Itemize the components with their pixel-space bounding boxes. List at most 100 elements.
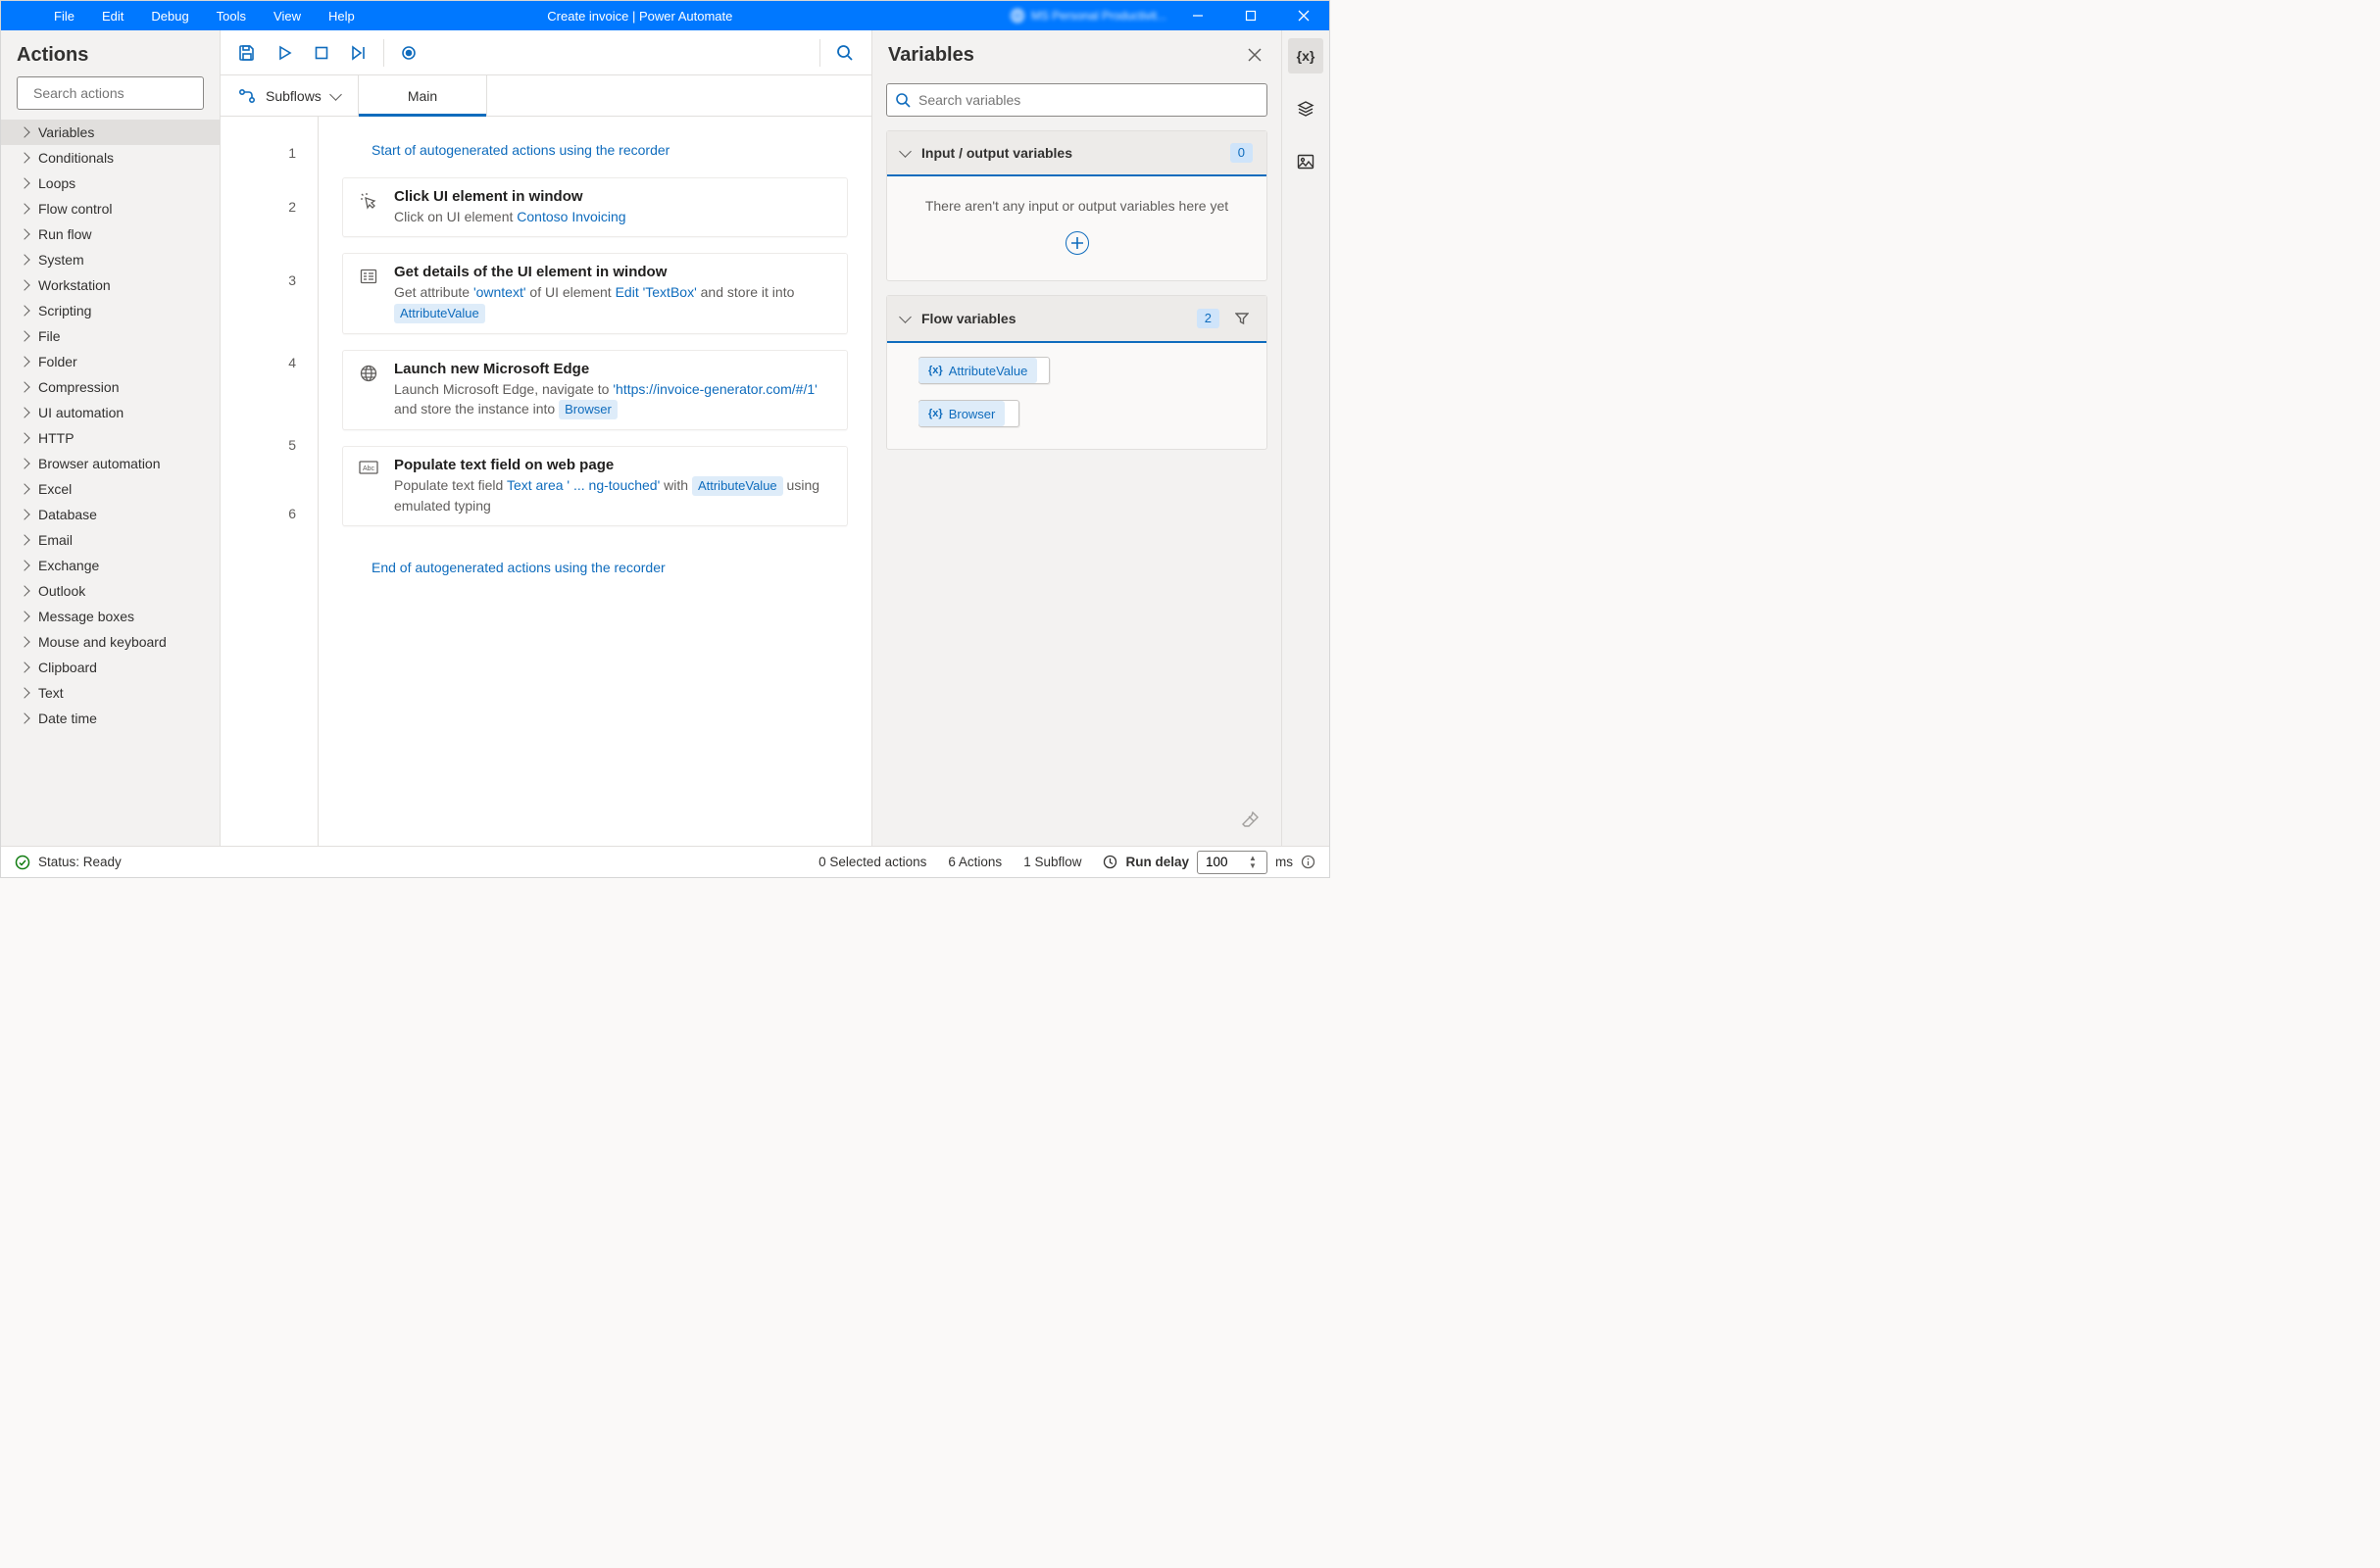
subflows-dropdown[interactable]: Subflows xyxy=(221,75,358,116)
chevron-right-icon xyxy=(19,534,29,545)
step-button[interactable] xyxy=(342,36,375,70)
line-number: 6 xyxy=(221,485,318,542)
variable-icon: {x} xyxy=(928,365,943,376)
design-canvas[interactable]: 1 2 3 4 5 6 Start of autogenerated actio… xyxy=(221,117,871,846)
action-cat-compression[interactable]: Compression xyxy=(1,374,220,400)
menu-file[interactable]: File xyxy=(40,3,88,29)
chevron-right-icon xyxy=(19,509,29,519)
action-cat-ui-automation[interactable]: UI automation xyxy=(1,400,220,425)
search-icon xyxy=(895,92,911,108)
check-circle-icon xyxy=(15,855,30,870)
tab-main[interactable]: Main xyxy=(358,75,487,116)
step-get-details[interactable]: Get details of the UI element in window … xyxy=(342,253,848,333)
action-cat-clipboard[interactable]: Clipboard xyxy=(1,655,220,680)
eraser-icon xyxy=(1242,810,1260,828)
minimize-button[interactable] xyxy=(1176,1,1219,30)
rail-variables-button[interactable]: {x} xyxy=(1288,38,1323,74)
clear-variables-button[interactable] xyxy=(1238,807,1264,832)
action-cat-system[interactable]: System xyxy=(1,247,220,272)
chevron-right-icon xyxy=(19,228,29,239)
action-cat-run-flow[interactable]: Run flow xyxy=(1,221,220,247)
actions-tree[interactable]: Variables Conditionals Loops Flow contro… xyxy=(1,120,220,846)
recorder-start-banner: Start of autogenerated actions using the… xyxy=(342,132,848,177)
action-cat-conditionals[interactable]: Conditionals xyxy=(1,145,220,171)
action-cat-flow-control[interactable]: Flow control xyxy=(1,196,220,221)
rail-ui-elements-button[interactable] xyxy=(1288,91,1323,126)
variables-search-input[interactable] xyxy=(918,92,1259,108)
filter-button[interactable] xyxy=(1231,308,1253,329)
step-populate-text[interactable]: Abc Populate text field on web page Popu… xyxy=(342,446,848,526)
action-cat-database[interactable]: Database xyxy=(1,502,220,527)
cursor-click-icon xyxy=(360,192,377,210)
find-button[interactable] xyxy=(828,36,862,70)
menubar: File Edit Debug Tools View Help xyxy=(1,3,369,29)
step-launch-edge[interactable]: Launch new Microsoft Edge Launch Microso… xyxy=(342,350,848,430)
save-button[interactable] xyxy=(230,36,264,70)
action-cat-file[interactable]: File xyxy=(1,323,220,349)
svg-text:Abc: Abc xyxy=(363,466,375,472)
action-cat-folder[interactable]: Folder xyxy=(1,349,220,374)
action-cat-workstation[interactable]: Workstation xyxy=(1,272,220,298)
action-cat-email[interactable]: Email xyxy=(1,527,220,553)
steps-list: Start of autogenerated actions using the… xyxy=(319,117,871,846)
flow-variable-item[interactable]: {x}AttributeValue xyxy=(918,357,1050,384)
menu-view[interactable]: View xyxy=(260,3,315,29)
maximize-button[interactable] xyxy=(1229,1,1272,30)
menu-edit[interactable]: Edit xyxy=(88,3,137,29)
run-delay-stepper[interactable]: ▲▼ xyxy=(1249,855,1257,870)
action-cat-message-boxes[interactable]: Message boxes xyxy=(1,604,220,629)
chevron-right-icon xyxy=(19,483,29,494)
flow-variables-title: Flow variables xyxy=(921,311,1185,326)
window-title: Create invoice | Power Automate xyxy=(369,9,1010,24)
variables-search[interactable] xyxy=(886,83,1267,117)
action-cat-variables[interactable]: Variables xyxy=(1,120,220,145)
run-button[interactable] xyxy=(268,36,301,70)
action-cat-scripting[interactable]: Scripting xyxy=(1,298,220,323)
menu-tools[interactable]: Tools xyxy=(203,3,260,29)
io-variables-section: Input / output variables 0 There aren't … xyxy=(886,130,1267,281)
chevron-right-icon xyxy=(19,611,29,621)
chevron-right-icon xyxy=(19,152,29,163)
info-icon[interactable] xyxy=(1301,855,1315,869)
action-cat-exchange[interactable]: Exchange xyxy=(1,553,220,578)
action-cat-excel[interactable]: Excel xyxy=(1,476,220,502)
record-button[interactable] xyxy=(392,36,425,70)
close-variables-button[interactable] xyxy=(1242,42,1267,68)
action-cat-mouse-keyboard[interactable]: Mouse and keyboard xyxy=(1,629,220,655)
action-cat-text[interactable]: Text xyxy=(1,680,220,706)
run-delay-input[interactable]: ▲▼ xyxy=(1197,851,1267,874)
actions-search-input[interactable] xyxy=(33,85,211,101)
titlebar: File Edit Debug Tools View Help Create i… xyxy=(1,1,1329,30)
menu-debug[interactable]: Debug xyxy=(137,3,202,29)
close-button[interactable] xyxy=(1282,1,1325,30)
account-indicator[interactable]: MS Personal Productivit... xyxy=(1010,8,1166,24)
menu-help[interactable]: Help xyxy=(315,3,369,29)
action-cat-http[interactable]: HTTP xyxy=(1,425,220,451)
chevron-right-icon xyxy=(19,279,29,290)
chevron-down-icon xyxy=(899,145,912,158)
chevron-right-icon xyxy=(19,126,29,137)
action-cat-browser-automation[interactable]: Browser automation xyxy=(1,451,220,476)
action-cat-outlook[interactable]: Outlook xyxy=(1,578,220,604)
flow-variables-header[interactable]: Flow variables 2 xyxy=(887,296,1266,343)
io-variables-header[interactable]: Input / output variables 0 xyxy=(887,131,1266,176)
run-delay-field[interactable] xyxy=(1206,855,1245,869)
step-description: Launch Microsoft Edge, navigate to 'http… xyxy=(394,379,833,419)
add-io-variable-button[interactable] xyxy=(1066,231,1089,255)
flow-variable-item[interactable]: {x}Browser xyxy=(918,400,1019,427)
step-title: Populate text field on web page xyxy=(394,457,833,473)
chevron-right-icon xyxy=(19,687,29,698)
line-number: 4 xyxy=(221,320,318,405)
action-cat-datetime[interactable]: Date time xyxy=(1,706,220,731)
stop-button[interactable] xyxy=(305,36,338,70)
step-click-ui-element[interactable]: Click UI element in window Click on UI e… xyxy=(342,177,848,237)
chevron-right-icon xyxy=(19,203,29,214)
tab-bar: Subflows Main xyxy=(221,75,871,117)
action-cat-loops[interactable]: Loops xyxy=(1,171,220,196)
actions-search[interactable] xyxy=(17,76,204,110)
chevron-right-icon xyxy=(19,407,29,417)
rail-images-button[interactable] xyxy=(1288,144,1323,179)
chevron-right-icon xyxy=(19,305,29,316)
step-title: Get details of the UI element in window xyxy=(394,264,833,280)
status-selected: 0 Selected actions xyxy=(818,855,926,869)
